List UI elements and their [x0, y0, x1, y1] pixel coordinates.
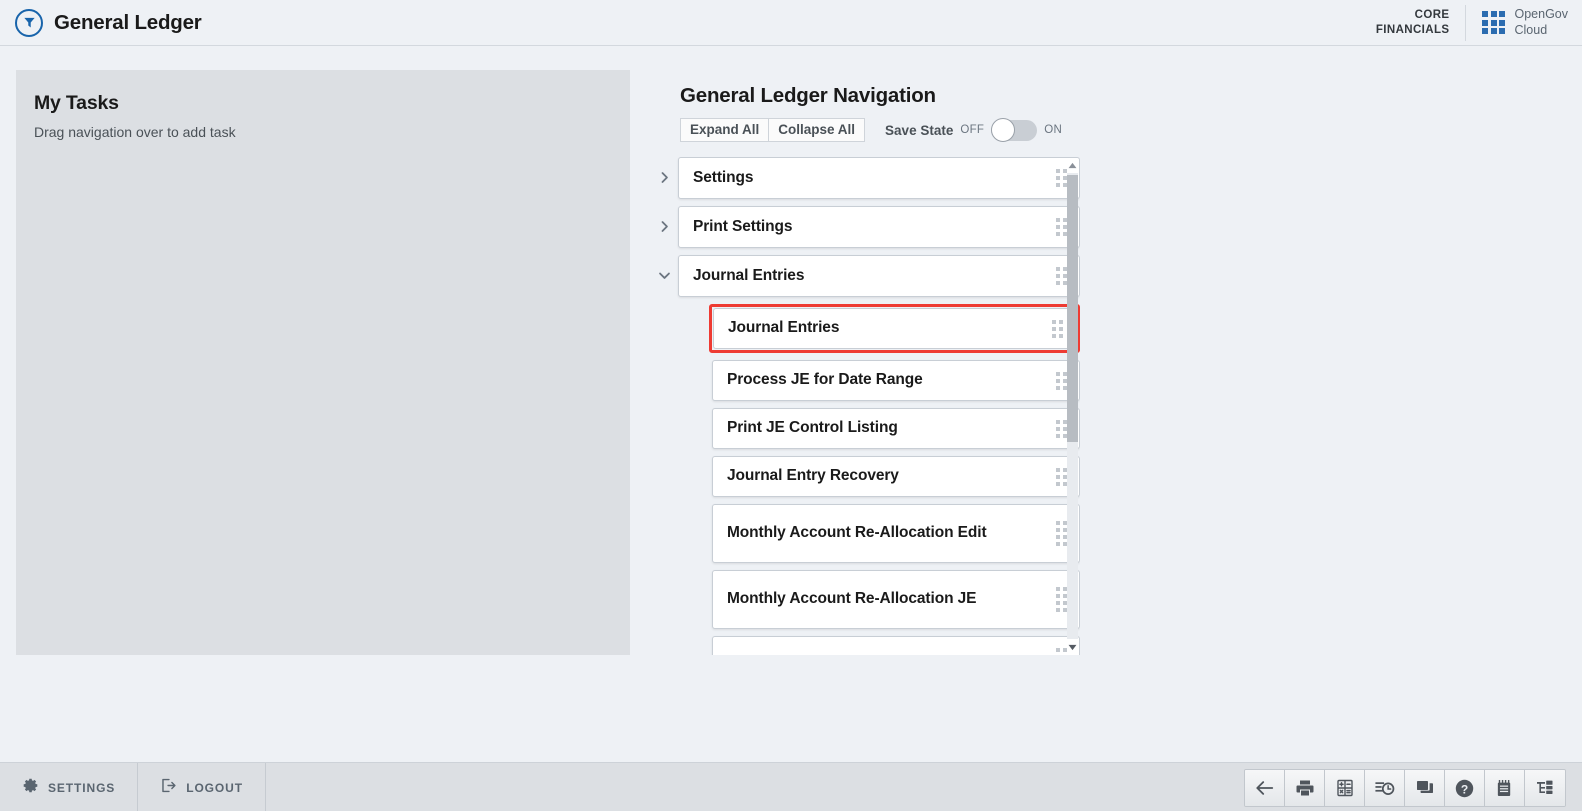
- footer-left-actions: SETTINGS LOGOUT: [0, 763, 266, 811]
- scroll-up-arrow-icon[interactable]: [1064, 157, 1080, 173]
- page-title: General Ledger: [54, 10, 202, 34]
- tree-node[interactable]: Print JE Control Listing: [712, 408, 1080, 449]
- gear-icon: [22, 777, 39, 799]
- apps-grid-icon: [1482, 11, 1506, 34]
- toggle-knob: [991, 118, 1016, 142]
- tree-scrollbar[interactable]: [1064, 157, 1080, 655]
- tree-node-label: Monthly Account Re-Allocation Edit: [727, 524, 987, 542]
- scrollbar-thumb[interactable]: [1067, 175, 1078, 442]
- navigation-title: General Ledger Navigation: [680, 84, 936, 107]
- tree-node[interactable]: Monthly Account Re-Allocation JE: [712, 570, 1080, 629]
- my-tasks-subtitle: Drag navigation over to add task: [34, 124, 236, 140]
- opengov-cloud-label: OpenGov Cloud: [1514, 7, 1568, 38]
- tree-node[interactable]: [712, 636, 1080, 655]
- tree-node[interactable]: Monthly Account Re-Allocation Edit: [712, 504, 1080, 563]
- tree-node-label: Journal Entries: [728, 319, 840, 337]
- tree-group-settings: Settings: [650, 157, 1080, 199]
- tree-node[interactable]: Settings: [678, 157, 1080, 199]
- navigation-tree: Settings Print Settings Journal Entries …: [650, 157, 1080, 655]
- chevron-down-icon[interactable]: [650, 255, 678, 282]
- my-tasks-title: My Tasks: [34, 92, 119, 114]
- footer-toolbar: ?: [1244, 769, 1566, 807]
- opengov-line2: Cloud: [1514, 22, 1548, 37]
- core-financials-line2: FINANCIALS: [1375, 23, 1450, 36]
- logout-label: LOGOUT: [186, 780, 243, 795]
- tree-node[interactable]: Journal Entries: [713, 308, 1076, 349]
- selection-highlight: Journal Entries: [709, 304, 1080, 353]
- header-brand-right: CORE FINANCIALS OpenGov Cloud: [1376, 0, 1582, 46]
- tree-child-process-je: Process JE for Date Range: [650, 360, 1080, 401]
- save-state-toggle[interactable]: [991, 118, 1038, 142]
- tree-view-icon[interactable]: [1525, 770, 1565, 806]
- collapse-all-button[interactable]: Collapse All: [769, 118, 866, 142]
- tree-node-label: Print JE Control Listing: [727, 419, 898, 437]
- navigation-panel-header: General Ledger Navigation Expand All Col…: [680, 84, 1080, 142]
- notepad-icon[interactable]: [1485, 770, 1525, 806]
- tree-node-label: Monthly Account Re-Allocation JE: [727, 590, 977, 608]
- toggle-off-label: OFF: [960, 124, 985, 136]
- tree-child-monthly-realloc-edit: Monthly Account Re-Allocation Edit: [650, 504, 1080, 563]
- logout-button[interactable]: LOGOUT: [138, 763, 266, 811]
- printer-icon[interactable]: [1285, 770, 1325, 806]
- tree-node-label: Journal Entries: [693, 266, 805, 284]
- save-state-control: Save State OFF ON: [885, 118, 1063, 142]
- core-financials-brand: CORE FINANCIALS: [1375, 4, 1467, 41]
- tree-node[interactable]: Print Settings: [678, 206, 1080, 248]
- tree-group-journal-entries: Journal Entries: [650, 255, 1080, 297]
- stacked-windows-icon[interactable]: [1405, 770, 1445, 806]
- settings-label: SETTINGS: [48, 780, 116, 795]
- chevron-right-icon[interactable]: [650, 157, 678, 184]
- expand-all-button[interactable]: Expand All: [680, 118, 770, 142]
- tree-node-label: Settings: [693, 168, 754, 186]
- tree-child-partial: [650, 636, 1080, 655]
- tree-group-print-settings: Print Settings: [650, 206, 1080, 248]
- opengov-cloud-brand[interactable]: OpenGov Cloud: [1466, 7, 1582, 38]
- drag-handle-icon[interactable]: [1052, 319, 1063, 338]
- app-footer: SETTINGS LOGOUT ?: [0, 762, 1582, 811]
- my-tasks-panel[interactable]: My Tasks Drag navigation over to add tas…: [16, 70, 630, 655]
- tree-node-label: Process JE for Date Range: [727, 371, 923, 389]
- svg-text:?: ?: [1461, 782, 1468, 796]
- tree-child-journal-entry-recovery: Journal Entry Recovery: [650, 456, 1080, 497]
- opengov-line1: OpenGov: [1514, 6, 1568, 21]
- settings-button[interactable]: SETTINGS: [0, 763, 139, 811]
- tree-node[interactable]: Journal Entry Recovery: [712, 456, 1080, 497]
- calculator-icon[interactable]: [1325, 770, 1365, 806]
- core-financials-line1: CORE: [1414, 9, 1450, 22]
- funnel-circle-icon: [15, 8, 43, 37]
- expand-collapse-group: Expand All Collapse All: [680, 118, 866, 142]
- tree-child-print-je-control-listing: Print JE Control Listing: [650, 408, 1080, 449]
- navigation-controls: Expand All Collapse All Save State OFF O…: [680, 118, 1080, 142]
- help-question-icon[interactable]: ?: [1445, 770, 1485, 806]
- scroll-down-arrow-icon[interactable]: [1064, 639, 1080, 655]
- toggle-on-label: ON: [1044, 124, 1063, 136]
- chevron-right-icon[interactable]: [650, 206, 678, 233]
- schedule-clock-icon[interactable]: [1365, 770, 1405, 806]
- logout-icon: [160, 777, 177, 799]
- tree-child-journal-entries: Journal Entries: [650, 304, 1080, 353]
- back-arrow-icon[interactable]: [1245, 770, 1285, 806]
- app-header: General Ledger CORE FINANCIALS OpenGov C…: [0, 0, 1582, 46]
- tree-node[interactable]: Process JE for Date Range: [712, 360, 1080, 401]
- header-brand-left: General Ledger: [0, 8, 202, 37]
- tree-node[interactable]: Journal Entries: [678, 255, 1080, 297]
- tree-child-monthly-realloc-je: Monthly Account Re-Allocation JE: [650, 570, 1080, 629]
- tree-node-label: Journal Entry Recovery: [727, 467, 899, 485]
- save-state-label: Save State: [885, 122, 954, 138]
- tree-node-label: Print Settings: [693, 217, 793, 235]
